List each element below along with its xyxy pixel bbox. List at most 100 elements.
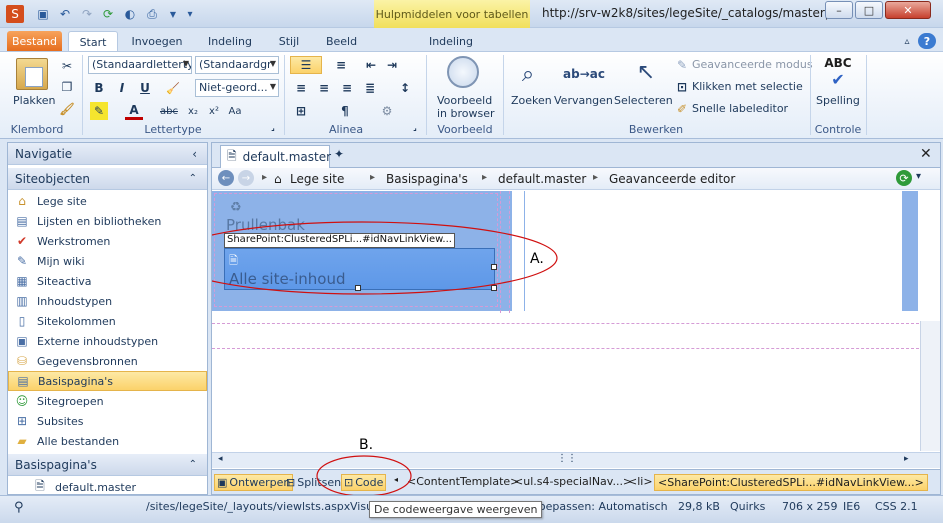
undo-icon[interactable]: ↶	[56, 5, 74, 23]
dialog-launcher-icon[interactable]: ⌟	[410, 122, 420, 132]
outdent-icon[interactable]: ⇤	[362, 56, 380, 74]
font-size-combo[interactable]: (Standaardgr ▼	[195, 56, 279, 74]
font-color-icon[interactable]: A	[125, 102, 143, 120]
file-item-default-master[interactable]: 🗎 default.master	[8, 477, 207, 497]
breadcrumb-home-icon[interactable]: ⌂	[274, 172, 282, 186]
replace-icon[interactable]: ab→ac	[563, 58, 605, 90]
binoculars-icon[interactable]: ⌕	[512, 58, 544, 90]
font-name-combo[interactable]: (Standaardletterty ▼	[88, 56, 192, 74]
back-arrow-icon[interactable]: ←	[218, 170, 234, 186]
bold-button[interactable]: B	[90, 79, 108, 97]
sidebar-item-lijsten-en-bibliotheken[interactable]: ▤ Lijsten en bibliotheken	[8, 211, 207, 231]
maximize-button[interactable]: □	[855, 1, 883, 19]
advanced-mode-button[interactable]: Geavanceerde modus	[692, 58, 813, 71]
new-tab-icon[interactable]: ✦	[334, 147, 350, 163]
align-center-icon[interactable]: ≡	[315, 79, 333, 97]
save-icon[interactable]: ▣	[34, 5, 52, 23]
breadcrumb-item[interactable]: Basispagina's	[386, 172, 468, 186]
sidebar-item-sitekolommen[interactable]: ▯ Sitekolommen	[8, 311, 207, 331]
qat-dropdown-icon[interactable]: ▼	[164, 5, 182, 23]
align-right-icon[interactable]: ≡	[338, 79, 356, 97]
vertical-scrollbar[interactable]	[920, 321, 940, 451]
sharepoint-designer-icon[interactable]: S	[6, 5, 24, 23]
clear-format-icon[interactable]: 🧹	[164, 79, 182, 97]
close-button[interactable]: ✕	[885, 1, 931, 19]
close-document-icon[interactable]: ✕	[920, 146, 932, 162]
sidebar-item-werkstromen[interactable]: ✔ Werkstromen	[8, 231, 207, 251]
refresh-icon[interactable]: ⟳	[896, 170, 912, 186]
paste-icon[interactable]	[16, 58, 48, 90]
preview-icon[interactable]: ⎙	[143, 5, 161, 23]
chevron-up-icon[interactable]: ⌃	[189, 459, 197, 470]
style-combo[interactable]: Niet-geord... ▼	[195, 79, 279, 97]
sidebar-item-inhoudstypen[interactable]: ▥ Inhoudstypen	[8, 291, 207, 311]
breadcrumb-item[interactable]: Geavanceerde editor	[609, 172, 735, 186]
tab-bestand[interactable]: Bestand	[7, 31, 62, 52]
tab-indeling[interactable]: Indeling	[199, 31, 261, 52]
breadcrumb-menu-icon[interactable]: ▾	[916, 171, 921, 182]
copy-icon[interactable]: ❐	[58, 78, 76, 96]
section-basispaginas[interactable]: Basispagina's ⌃	[8, 454, 207, 476]
section-siteobjecten[interactable]: Siteobjecten ⌃	[8, 168, 207, 190]
highlight-icon[interactable]: ✎	[90, 102, 108, 120]
sidebar-item-alle-bestanden[interactable]: ▰ Alle bestanden	[8, 431, 207, 451]
preview-in-browser-button[interactable]: Voorbeeld in browser	[437, 94, 495, 120]
click-select-icon[interactable]: ⊡	[673, 78, 691, 96]
tab-indeling-tabel[interactable]: Indeling	[410, 31, 492, 52]
find-button[interactable]: Zoeken	[511, 94, 552, 107]
breadcrumb-item[interactable]: Lege site	[290, 172, 344, 186]
cut-icon[interactable]: ✂	[58, 57, 76, 75]
click-select-button[interactable]: Klikken met selectie	[692, 80, 803, 93]
sidebar-item-mijn-wiki[interactable]: ✎ Mijn wiki	[8, 251, 207, 271]
sidebar-item-lege-site[interactable]: ⌂ Lege site	[8, 191, 207, 211]
justify-icon[interactable]: ≣	[361, 79, 379, 97]
minimize-button[interactable]: –	[825, 1, 853, 19]
sidebar-item-sitegroepen[interactable]: ☺ Sitegroepen	[8, 391, 207, 411]
borders-icon[interactable]: ⊞	[292, 102, 310, 120]
line-spacing-icon[interactable]: ↕	[396, 79, 414, 97]
refresh-icon[interactable]: ⟳	[99, 5, 117, 23]
spelling-button[interactable]: Spelling	[816, 94, 860, 107]
sidebar-item-siteactiva[interactable]: ▦ Siteactiva	[8, 271, 207, 291]
select-button[interactable]: Selecteren	[614, 94, 673, 107]
design-surface[interactable]: ♻ Prullenbak SharePoint:ClusteredSPLi...…	[212, 191, 940, 451]
spelling-icon[interactable]: ABC ✔	[822, 56, 854, 89]
cursor-icon[interactable]: ↖	[630, 56, 662, 88]
align-left-icon[interactable]: ≡	[292, 79, 310, 97]
minimize-ribbon-icon[interactable]: ▵	[900, 31, 914, 52]
redo-icon[interactable]: ↷	[78, 5, 96, 23]
sidebar-item-subsites[interactable]: ⊞ Subsites	[8, 411, 207, 431]
pilcrow-button[interactable]: ¶	[336, 102, 354, 120]
change-case-button[interactable]: Aa	[226, 102, 244, 120]
tab-beeld[interactable]: Beeld	[319, 31, 364, 52]
sidebar-item-gegevensbronnen[interactable]: ⛁ Gegevensbronnen	[8, 351, 207, 371]
qat-customize-icon[interactable]: ▾	[181, 5, 199, 23]
sidebar-item-externe-inhoudstypen[interactable]: ▣ Externe inhoudstypen	[8, 331, 207, 351]
italic-button[interactable]: I	[113, 79, 131, 97]
tab-invoegen[interactable]: Invoegen	[126, 31, 188, 52]
numbering-icon[interactable]: ≡	[326, 56, 356, 74]
bullets-icon[interactable]: ☰	[290, 56, 322, 74]
tab-stijl[interactable]: Stijl	[269, 31, 309, 52]
tab-start[interactable]: Start	[68, 31, 118, 52]
indent-icon[interactable]: ⇥	[383, 56, 401, 74]
subscript-button[interactable]: x₂	[184, 102, 202, 120]
sidebar-item-basispagina-s[interactable]: ▤ Basispagina's	[8, 371, 207, 391]
breadcrumb-item[interactable]: default.master	[498, 172, 586, 186]
advanced-mode-icon[interactable]: ✎	[673, 56, 691, 74]
format-painter-icon[interactable]: 🖌	[58, 100, 76, 118]
back-icon[interactable]: ◐	[121, 5, 139, 23]
document-tab-default-master[interactable]: 🗎 default.master	[220, 145, 331, 168]
quick-tag-editor-icon[interactable]: ✐	[673, 100, 691, 118]
replace-button[interactable]: Vervangen	[554, 94, 613, 107]
magnifier-icon[interactable]	[447, 56, 479, 88]
chevron-up-icon[interactable]: ⌃	[189, 173, 197, 184]
forward-arrow-icon[interactable]: →	[238, 170, 254, 186]
strikethrough-button[interactable]: abc	[160, 102, 178, 120]
collapse-pane-icon[interactable]: ‹	[192, 147, 197, 161]
help-icon[interactable]: ?	[918, 33, 936, 49]
superscript-button[interactable]: x²	[205, 102, 223, 120]
underline-button[interactable]: U	[136, 79, 154, 97]
dialog-launcher-icon[interactable]: ⌟	[268, 122, 278, 132]
layer-icon[interactable]: ⚙	[378, 102, 396, 120]
